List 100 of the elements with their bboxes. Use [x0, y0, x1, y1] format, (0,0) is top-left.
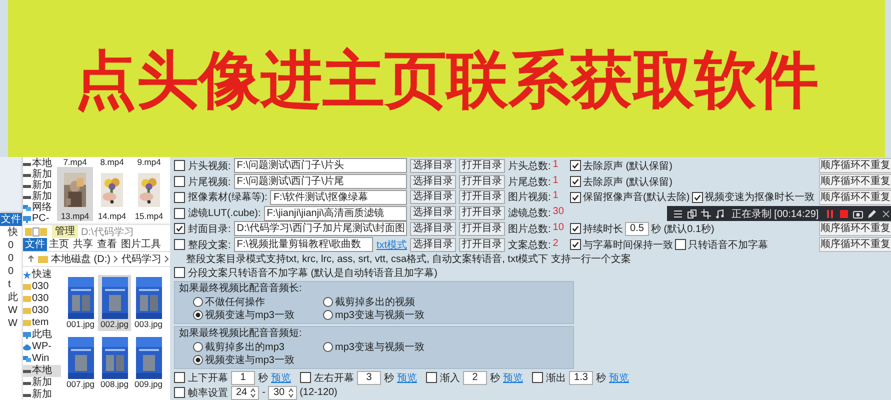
- folder-button[interactable]: 选择目录: [410, 238, 456, 252]
- file-tile[interactable]: 003.jpg: [132, 275, 165, 331]
- seconds-field[interactable]: 1.3: [569, 370, 593, 385]
- folder-button[interactable]: 选择目录: [410, 222, 456, 236]
- checkbox[interactable]: [174, 267, 185, 278]
- checkbox[interactable]: [570, 192, 581, 203]
- camera-icon[interactable]: [852, 208, 863, 218]
- radio-button[interactable]: [193, 310, 203, 320]
- chevron-icon[interactable]: [113, 255, 118, 263]
- sidebar-item[interactable]: 新加: [32, 169, 52, 180]
- checkbox[interactable]: [532, 372, 543, 384]
- order-dropdown[interactable]: 顺序循环不重复: [818, 158, 891, 174]
- folder-button[interactable]: 选择目录: [410, 158, 456, 173]
- sidebar-item[interactable]: 030: [23, 293, 61, 305]
- breadcrumb[interactable]: 代码学习: [121, 252, 162, 266]
- sidebar-item[interactable]: 030: [23, 281, 61, 293]
- duration-field[interactable]: 0.5: [625, 222, 649, 236]
- radio-button[interactable]: [193, 342, 203, 352]
- close-icon[interactable]: [880, 208, 891, 218]
- sidebar-item[interactable]: 0: [0, 252, 14, 265]
- quick-access-icons[interactable]: [25, 226, 49, 236]
- folder-button[interactable]: 选择目录: [410, 174, 456, 189]
- folder-button[interactable]: 选择目录: [410, 206, 456, 220]
- sidebar-item[interactable]: 新加: [32, 180, 52, 191]
- chevron-icon[interactable]: [164, 255, 170, 263]
- path-field[interactable]: D:\代码学习\西门子加片尾测试\封面图: [234, 221, 407, 236]
- order-dropdown[interactable]: 顺序循环不重复: [818, 174, 891, 190]
- file-tile[interactable]: 001.jpg: [64, 275, 97, 331]
- sidebar-item[interactable]: t: [0, 278, 11, 291]
- sidebar-item[interactable]: W: [0, 304, 18, 317]
- ribbon-tab[interactable]: 图片工具: [119, 238, 163, 251]
- checkbox[interactable]: [570, 176, 581, 188]
- radio-button[interactable]: [193, 296, 203, 307]
- radio-button[interactable]: [193, 354, 203, 365]
- menu-icon[interactable]: [673, 208, 684, 218]
- checkbox[interactable]: [174, 387, 185, 398]
- path-field[interactable]: F:\视频批量剪辑教程\歌曲数: [234, 237, 374, 252]
- pause-icon[interactable]: [824, 208, 835, 218]
- folder-button[interactable]: 打开目录: [459, 222, 505, 236]
- sidebar-item[interactable]: 0: [0, 239, 14, 252]
- file-tile[interactable]: 009.jpg: [132, 335, 165, 391]
- breadcrumb[interactable]: 本地磁盘 (D:): [51, 252, 110, 266]
- sidebar-item[interactable]: 030: [23, 305, 61, 317]
- spin-field[interactable]: 30: [268, 386, 297, 400]
- checkbox[interactable]: [570, 239, 581, 250]
- order-dropdown[interactable]: 顺序循环不重复: [818, 190, 891, 205]
- file-tile[interactable]: 15.mp4: [131, 167, 167, 221]
- checkbox[interactable]: [174, 160, 185, 172]
- order-dropdown[interactable]: 顺序循环不重复: [818, 221, 891, 236]
- path-field[interactable]: F:\问题测试\西门子\片尾: [234, 174, 407, 190]
- folder-button[interactable]: 打开目录: [459, 238, 505, 252]
- seconds-field[interactable]: 3: [357, 370, 381, 385]
- sidebar-item[interactable]: 新加: [23, 377, 61, 389]
- checkbox[interactable]: [174, 223, 185, 234]
- spin-arrows-icon[interactable]: [250, 388, 256, 398]
- sidebar-item[interactable]: WP-: [23, 341, 61, 353]
- sidebar-item[interactable]: 此电: [23, 329, 61, 341]
- sidebar-item[interactable]: 网络: [32, 202, 52, 213]
- file-tile[interactable]: 002.jpg: [98, 275, 131, 331]
- path-field[interactable]: F:\jianji\jianji\高清画质滤镜: [264, 206, 407, 221]
- checkbox[interactable]: [675, 239, 686, 250]
- sidebar-item[interactable]: 新加: [23, 389, 61, 400]
- file-tile[interactable]: 008.jpg: [98, 335, 131, 391]
- ribbon-tab[interactable]: 文件: [23, 238, 47, 251]
- crop-icon[interactable]: [701, 208, 712, 218]
- path-field[interactable]: F:\问题测试\西门子\片头: [234, 158, 407, 174]
- order-dropdown[interactable]: 顺序循环不重复: [818, 237, 891, 252]
- checkbox[interactable]: [300, 372, 311, 384]
- sidebar-item[interactable]: 新加: [32, 191, 52, 202]
- sidebar-item[interactable]: 快速: [23, 269, 61, 281]
- checkbox[interactable]: [570, 223, 581, 234]
- sidebar-item[interactable]: Win: [23, 353, 61, 365]
- folder-button[interactable]: 选择目录: [410, 190, 456, 204]
- path-field[interactable]: F:\软件测试\抠像绿幕: [270, 190, 407, 205]
- sidebar-item[interactable]: 本地: [32, 158, 52, 169]
- checkbox[interactable]: [426, 372, 437, 384]
- ribbon-tab[interactable]: 文件: [0, 213, 22, 226]
- folder-button[interactable]: 打开目录: [459, 190, 505, 204]
- sidebar-item[interactable]: 此: [0, 291, 18, 304]
- radio-button[interactable]: [323, 296, 333, 307]
- copy-icon[interactable]: [687, 208, 698, 218]
- spin-arrows-icon[interactable]: [288, 388, 294, 398]
- ribbon-tab[interactable]: 主页: [47, 238, 71, 251]
- radio-button[interactable]: [323, 310, 333, 320]
- sidebar-item[interactable]: W: [0, 317, 18, 330]
- file-tile[interactable]: 13.mp4: [57, 167, 93, 221]
- folder-button[interactable]: 打开目录: [459, 174, 505, 189]
- checkbox[interactable]: [174, 239, 185, 250]
- file-tile[interactable]: 14.mp4: [94, 167, 130, 221]
- context-tab[interactable]: 管理: [52, 225, 78, 238]
- sidebar-item[interactable]: 0: [0, 265, 14, 278]
- radio-button[interactable]: [323, 342, 333, 352]
- sidebar-item[interactable]: 本地: [23, 365, 61, 377]
- sidebar-item[interactable]: tem: [23, 317, 61, 329]
- up-arrow-icon[interactable]: [27, 255, 35, 263]
- ribbon-tab[interactable]: 共享: [71, 238, 95, 251]
- seconds-field[interactable]: 2: [463, 370, 487, 385]
- checkbox[interactable]: [174, 372, 185, 384]
- checkbox[interactable]: [174, 192, 185, 203]
- music-note-icon[interactable]: [715, 208, 726, 218]
